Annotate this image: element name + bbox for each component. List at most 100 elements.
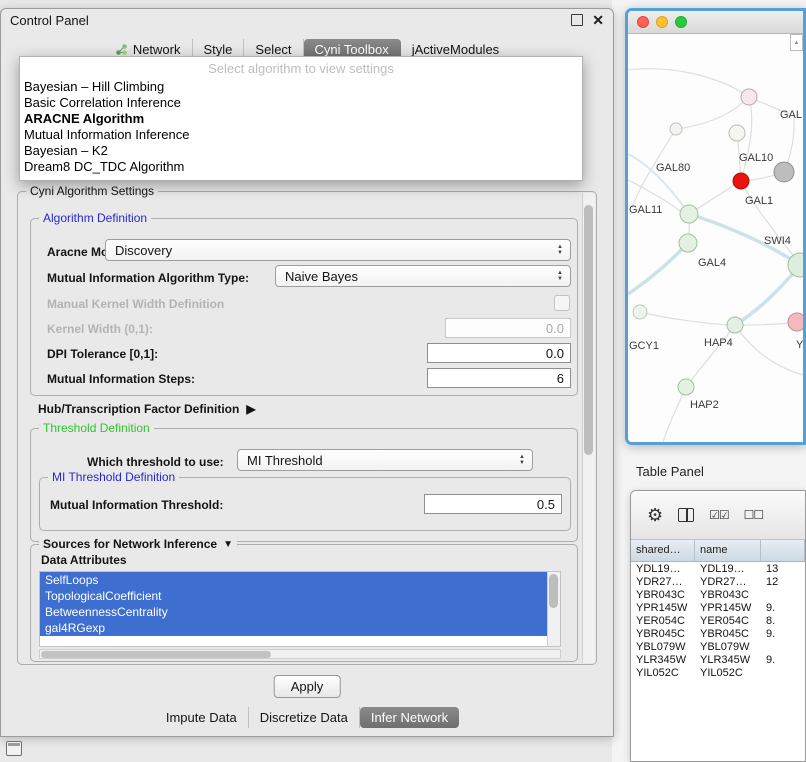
- table-cell: YLR345W: [631, 654, 695, 666]
- network-node-hap2[interactable]: [678, 379, 694, 395]
- network-node-gal10-red[interactable]: [733, 173, 749, 189]
- network-node-gcy1[interactable]: [633, 305, 647, 319]
- data-attribute-item[interactable]: BetweennessCentrality: [40, 604, 548, 620]
- close-panel-icon[interactable]: ✕: [592, 13, 604, 27]
- bottom-tab-bar: Impute Data Discretize Data Infer Network: [1, 707, 613, 728]
- attributes-hscrollbar[interactable]: [39, 649, 561, 659]
- tab-infer-network[interactable]: Infer Network: [360, 707, 459, 728]
- network-node-gal11[interactable]: [680, 205, 698, 223]
- table-row[interactable]: YDR27…YDR27…12: [631, 575, 805, 588]
- table-cell: YBR043C: [695, 589, 761, 601]
- network-node-gray[interactable]: [774, 162, 794, 182]
- columns-icon[interactable]: [678, 508, 694, 522]
- float-panel-icon[interactable]: [571, 14, 583, 26]
- tab-discretize-data[interactable]: Discretize Data: [249, 707, 360, 728]
- dpi-tolerance-input[interactable]: [427, 343, 571, 363]
- panel-corner-icon[interactable]: [6, 741, 22, 756]
- tab-label: Discretize Data: [260, 710, 348, 725]
- tab-label: Infer Network: [371, 710, 448, 725]
- network-titlebar[interactable]: [628, 11, 803, 34]
- table-cell: 12: [761, 576, 805, 588]
- scrollbar-thumb[interactable]: [41, 651, 271, 658]
- table-row[interactable]: YBR043CYBR043C: [631, 588, 805, 601]
- attributes-scrollbar[interactable]: [547, 572, 560, 646]
- control-panel-window: Control Panel ✕ NetworkStyleSelectCyni T…: [0, 8, 614, 737]
- table-row[interactable]: YIL052CYIL052C: [631, 666, 805, 679]
- which-threshold-dropdown[interactable]: MI Threshold ▲▼: [237, 449, 533, 471]
- algorithm-definition-title: Algorithm Definition: [39, 211, 151, 225]
- tab-impute-data[interactable]: Impute Data: [155, 707, 249, 728]
- settings-scrollbar[interactable]: [582, 193, 595, 663]
- kernel-width-input[interactable]: [445, 318, 571, 338]
- table-row[interactable]: YBL079WYBL079W: [631, 640, 805, 653]
- table-cell: 9.: [761, 628, 805, 640]
- table-row[interactable]: YBR045CYBR045C9.: [631, 627, 805, 640]
- table-cell: YIL052C: [695, 667, 761, 679]
- collapse-triangle-icon[interactable]: ▼: [223, 539, 233, 550]
- table-row[interactable]: YPR145WYPR145W9.: [631, 601, 805, 614]
- gear-icon[interactable]: ⚙: [647, 505, 663, 526]
- algorithm-option[interactable]: ARACNE Algorithm: [20, 111, 582, 127]
- hub-definition-section[interactable]: Hub/Transcription Factor Definition ▶: [38, 402, 256, 416]
- table-cell: YBL079W: [631, 641, 695, 653]
- network-node-gal4[interactable]: [679, 234, 697, 252]
- sources-title-wrap: Sources for Network Inference ▼: [39, 537, 237, 551]
- network-node-hap4[interactable]: [727, 317, 743, 333]
- table-row[interactable]: YDL19…YDL19…13: [631, 562, 805, 575]
- table-cell: 8.: [761, 615, 805, 627]
- network-node-white-2[interactable]: [670, 123, 682, 135]
- dpi-tolerance-label: DPI Tolerance [0,1]:: [47, 347, 158, 361]
- control-panel-titlebar[interactable]: Control Panel ✕: [1, 9, 613, 31]
- algorithm-option[interactable]: Dream8 DC_TDC Algorithm: [20, 159, 582, 175]
- data-attribute-item[interactable]: SelfLoops: [40, 572, 548, 588]
- algorithm-option[interactable]: Bayesian – Hill Climbing: [20, 79, 582, 95]
- network-node-pink-top[interactable]: [741, 89, 757, 105]
- network-graph[interactable]: GAL80GAL10GAL11GAL1SWI4GAL4GCY1HAP4HAP2G…: [628, 34, 803, 445]
- column-header[interactable]: shared…: [631, 540, 695, 561]
- network-node-white-1[interactable]: [729, 125, 745, 141]
- hub-definition-label: Hub/Transcription Factor Definition: [38, 402, 239, 416]
- column-header[interactable]: [761, 540, 805, 561]
- table-cell: YLR345W: [695, 654, 761, 666]
- close-window-icon[interactable]: [637, 16, 649, 28]
- network-node-swi4[interactable]: [788, 253, 803, 277]
- settings-groupbox: Cyni Algorithm Settings Algorithm Defini…: [17, 191, 597, 665]
- zoom-window-icon[interactable]: [675, 16, 687, 28]
- which-threshold-value: MI Threshold: [247, 453, 323, 468]
- network-node-label: GAL11: [629, 204, 662, 216]
- data-attribute-item[interactable]: gal4RGexp: [40, 620, 548, 636]
- table-cell: YBR043C: [631, 589, 695, 601]
- network-scrollbar[interactable]: ▲: [790, 34, 803, 51]
- tab-label: Style: [204, 42, 233, 57]
- algorithm-option[interactable]: Basic Correlation Inference: [20, 95, 582, 111]
- table-cell: YBR045C: [695, 628, 761, 640]
- data-attributes-listbox[interactable]: SelfLoopsTopologicalCoefficientBetweenne…: [39, 571, 561, 647]
- mi-steps-input[interactable]: [427, 368, 571, 388]
- scrollbar-thumb[interactable]: [584, 205, 593, 455]
- column-header[interactable]: name: [695, 540, 761, 561]
- table-row[interactable]: YLR345WYLR345W9.: [631, 653, 805, 666]
- algorithm-option[interactable]: Bayesian – K2: [20, 143, 582, 159]
- aracne-mode-dropdown[interactable]: Discovery ▲▼: [105, 239, 571, 261]
- algorithm-option[interactable]: Mutual Information Inference: [20, 127, 582, 143]
- table-row[interactable]: YER054CYER054C8.: [631, 614, 805, 627]
- mi-threshold-groupbox: MI Threshold Definition Mutual Informati…: [39, 477, 571, 531]
- mi-type-value: Naive Bayes: [285, 269, 358, 284]
- data-attribute-item[interactable]: TopologicalCoefficient: [40, 588, 548, 604]
- expand-triangle-icon[interactable]: ▶: [246, 402, 255, 416]
- network-node-label: GAL: [780, 109, 802, 121]
- table-body: YDL19…YDL19…13YDR27…YDR27…12YBR043CYBR04…: [631, 562, 805, 679]
- manual-kernel-checkbox[interactable]: [554, 295, 570, 311]
- algorithm-definition-groupbox: Algorithm Definition Aracne Mode: Discov…: [30, 218, 578, 396]
- network-node-label: HAP4: [704, 337, 733, 349]
- apply-button[interactable]: Apply: [274, 675, 341, 698]
- table-toolbar: ⚙ ☑☑ ☐☐: [631, 491, 805, 540]
- scrollbar-thumb[interactable]: [549, 574, 558, 608]
- mi-threshold-input[interactable]: [424, 494, 562, 514]
- network-node-pink-right[interactable]: [788, 313, 803, 331]
- select-all-icon[interactable]: ☑☑: [709, 508, 729, 522]
- deselect-all-icon[interactable]: ☐☐: [744, 508, 764, 522]
- network-canvas[interactable]: GAL80GAL10GAL11GAL1SWI4GAL4GCY1HAP4HAP2G…: [628, 34, 803, 442]
- mi-type-dropdown[interactable]: Naive Bayes ▲▼: [275, 265, 571, 287]
- minimize-window-icon[interactable]: [656, 16, 668, 28]
